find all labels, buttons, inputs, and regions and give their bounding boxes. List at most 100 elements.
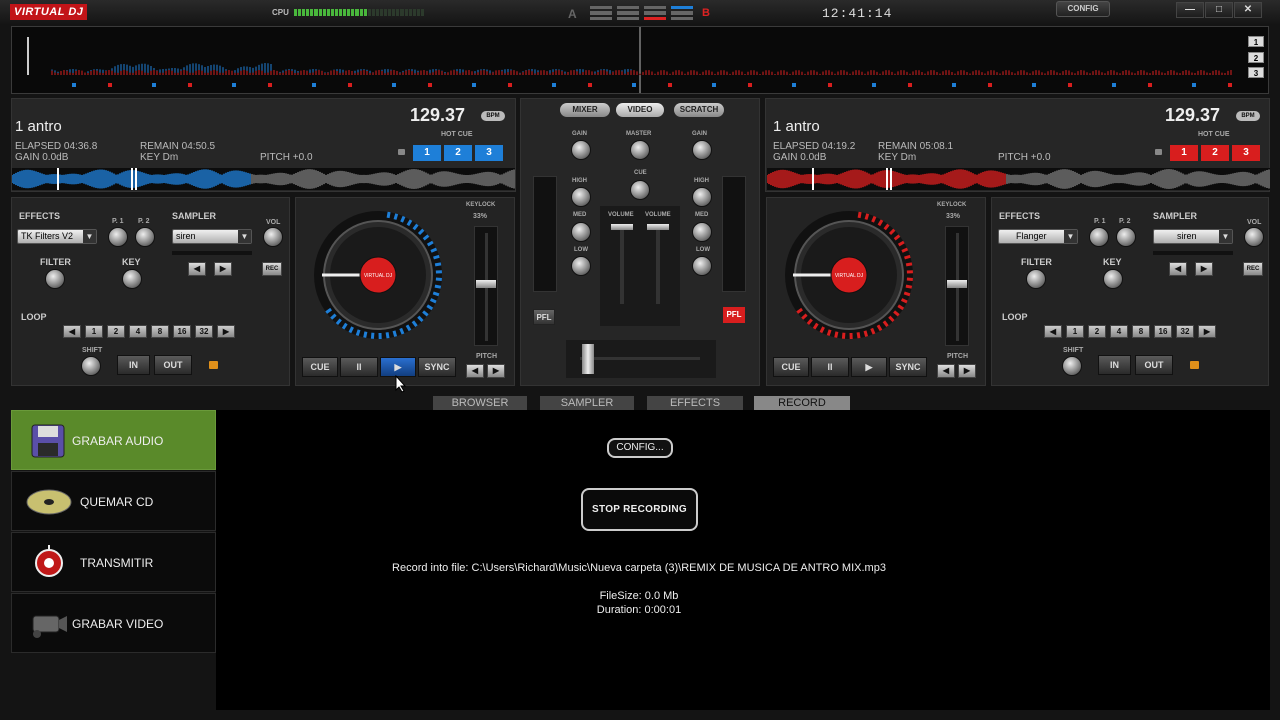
- left-pitch-slider[interactable]: [474, 226, 498, 346]
- tab-effects[interactable]: EFFECTS: [647, 396, 743, 410]
- right-shift-knob[interactable]: [1062, 356, 1082, 376]
- left-sampler-prev[interactable]: ◀: [188, 262, 206, 276]
- right-key-knob[interactable]: [1103, 269, 1123, 289]
- zoom-1-button[interactable]: 1: [1248, 36, 1264, 47]
- sidebar-item-grabar-video[interactable]: GRABAR VIDEO: [11, 593, 216, 653]
- tab-video[interactable]: VIDEO: [616, 103, 664, 117]
- left-bpm-badge[interactable]: BPM: [481, 111, 505, 121]
- right-effect-select[interactable]: Flanger ▼: [998, 229, 1078, 244]
- left-loop-in-button[interactable]: IN: [117, 355, 150, 375]
- left-sampler-next[interactable]: ▶: [214, 262, 232, 276]
- pfl-left-button[interactable]: PFL: [533, 309, 555, 325]
- sidebar-item-quemar-cd[interactable]: QUEMAR CD: [11, 471, 216, 531]
- left-waveform[interactable]: [12, 168, 515, 190]
- loop-length-1[interactable]: 1: [85, 325, 103, 338]
- gain-knob-left[interactable]: [571, 140, 591, 160]
- tab-browser[interactable]: BROWSER: [433, 396, 527, 410]
- volume-fader-left[interactable]: [620, 226, 624, 304]
- crossfader-track[interactable]: [580, 357, 700, 360]
- right-sampler-prev[interactable]: ◀: [1169, 262, 1187, 276]
- right-p2-knob[interactable]: [1116, 227, 1136, 247]
- gain-knob-right[interactable]: [692, 140, 712, 160]
- left-sampler-select[interactable]: siren ▼: [172, 229, 252, 244]
- layout-icon[interactable]: [617, 6, 639, 20]
- config-button[interactable]: CONFIG: [1056, 1, 1110, 17]
- med-knob-left[interactable]: [571, 222, 591, 242]
- right-p1-knob[interactable]: [1089, 227, 1109, 247]
- loop-next-button[interactable]: ▶: [1198, 325, 1216, 338]
- left-elapsed[interactable]: ELAPSED 04:36.8: [15, 141, 97, 152]
- tab-sampler[interactable]: SAMPLER: [540, 396, 634, 410]
- loop-length-32[interactable]: 32: [195, 325, 213, 338]
- zoom-3-button[interactable]: 3: [1248, 67, 1264, 78]
- left-effect-select[interactable]: TK Filters V2 ▼: [17, 229, 97, 244]
- right-remain[interactable]: REMAIN 05:08.1: [878, 141, 953, 152]
- loop-length-16[interactable]: 16: [1154, 325, 1172, 338]
- lock-icon[interactable]: [1190, 361, 1199, 369]
- sidebar-item-transmitir[interactable]: TRANSMITIR: [11, 532, 216, 592]
- left-sync-button[interactable]: SYNC: [418, 357, 456, 377]
- right-waveform[interactable]: [767, 168, 1270, 190]
- tab-scratch[interactable]: SCRATCH: [674, 103, 724, 117]
- low-knob-left[interactable]: [571, 256, 591, 276]
- left-cue-button[interactable]: CUE: [302, 357, 338, 377]
- loop-length-1[interactable]: 1: [1066, 325, 1084, 338]
- right-pitch-slider[interactable]: [945, 226, 969, 346]
- loop-length-8[interactable]: 8: [1132, 325, 1150, 338]
- volume-fader-right[interactable]: [656, 226, 660, 304]
- right-bpm-badge[interactable]: BPM: [1236, 111, 1260, 121]
- volume-handle-left[interactable]: [611, 224, 633, 230]
- left-hot-cue-3[interactable]: 3: [475, 145, 503, 161]
- tab-mixer[interactable]: MIXER: [560, 103, 610, 117]
- close-button[interactable]: ✕: [1234, 2, 1262, 18]
- left-remain[interactable]: REMAIN 04:50.5: [140, 141, 215, 152]
- right-pitch-down[interactable]: ◀: [937, 364, 955, 378]
- right-rec-button[interactable]: REC: [1243, 262, 1263, 276]
- master-knob[interactable]: [630, 140, 650, 160]
- left-pitch-down[interactable]: ◀: [466, 364, 484, 378]
- right-filter-knob[interactable]: [1026, 269, 1046, 289]
- pfl-right-button[interactable]: PFL: [723, 307, 745, 323]
- left-pitch-up[interactable]: ▶: [487, 364, 505, 378]
- minimize-button[interactable]: —: [1176, 2, 1204, 18]
- right-sync-button[interactable]: SYNC: [889, 357, 927, 377]
- left-filter-knob[interactable]: [45, 269, 65, 289]
- high-knob-right[interactable]: [692, 187, 712, 207]
- loop-length-16[interactable]: 16: [173, 325, 191, 338]
- low-knob-right[interactable]: [692, 256, 712, 276]
- cue-knob[interactable]: [630, 180, 650, 200]
- left-p1-knob[interactable]: [108, 227, 128, 247]
- volume-handle-right[interactable]: [647, 224, 669, 230]
- tab-record[interactable]: RECORD: [754, 396, 850, 410]
- loop-length-8[interactable]: 8: [151, 325, 169, 338]
- layout-icon[interactable]: [590, 6, 612, 20]
- right-sampler-next[interactable]: ▶: [1195, 262, 1213, 276]
- loop-length-4[interactable]: 4: [129, 325, 147, 338]
- loop-length-4[interactable]: 4: [1110, 325, 1128, 338]
- loop-length-32[interactable]: 32: [1176, 325, 1194, 338]
- right-hot-cue-3[interactable]: 3: [1232, 145, 1260, 161]
- left-key-knob[interactable]: [122, 269, 142, 289]
- sidebar-item-grabar-audio[interactable]: GRABAR AUDIO: [11, 410, 216, 470]
- high-knob-left[interactable]: [571, 187, 591, 207]
- left-rec-button[interactable]: REC: [262, 262, 282, 276]
- right-jog-wheel[interactable]: VIRTUAL DJ: [776, 210, 922, 350]
- stop-recording-button[interactable]: STOP RECORDING: [581, 488, 698, 531]
- left-jog-wheel[interactable]: VIRTUAL DJ: [305, 210, 451, 350]
- loop-length-2[interactable]: 2: [1088, 325, 1106, 338]
- right-cue-button[interactable]: CUE: [773, 357, 809, 377]
- right-pitch-handle[interactable]: [947, 280, 967, 288]
- left-loop-out-button[interactable]: OUT: [154, 355, 192, 375]
- layout-icon[interactable]: [644, 6, 666, 20]
- left-vol-knob[interactable]: [263, 227, 283, 247]
- loop-next-button[interactable]: ▶: [217, 325, 235, 338]
- right-hot-cue-2[interactable]: 2: [1201, 145, 1229, 161]
- layout-icon[interactable]: [671, 6, 693, 20]
- rhythm-window[interactable]: 1 2 3: [11, 26, 1269, 94]
- right-loop-out-button[interactable]: OUT: [1135, 355, 1173, 375]
- med-knob-right[interactable]: [692, 222, 712, 242]
- left-hot-cue-1[interactable]: 1: [413, 145, 441, 161]
- loop-prev-button[interactable]: ◀: [1044, 325, 1062, 338]
- crossfader-handle[interactable]: [582, 344, 594, 374]
- right-loop-in-button[interactable]: IN: [1098, 355, 1131, 375]
